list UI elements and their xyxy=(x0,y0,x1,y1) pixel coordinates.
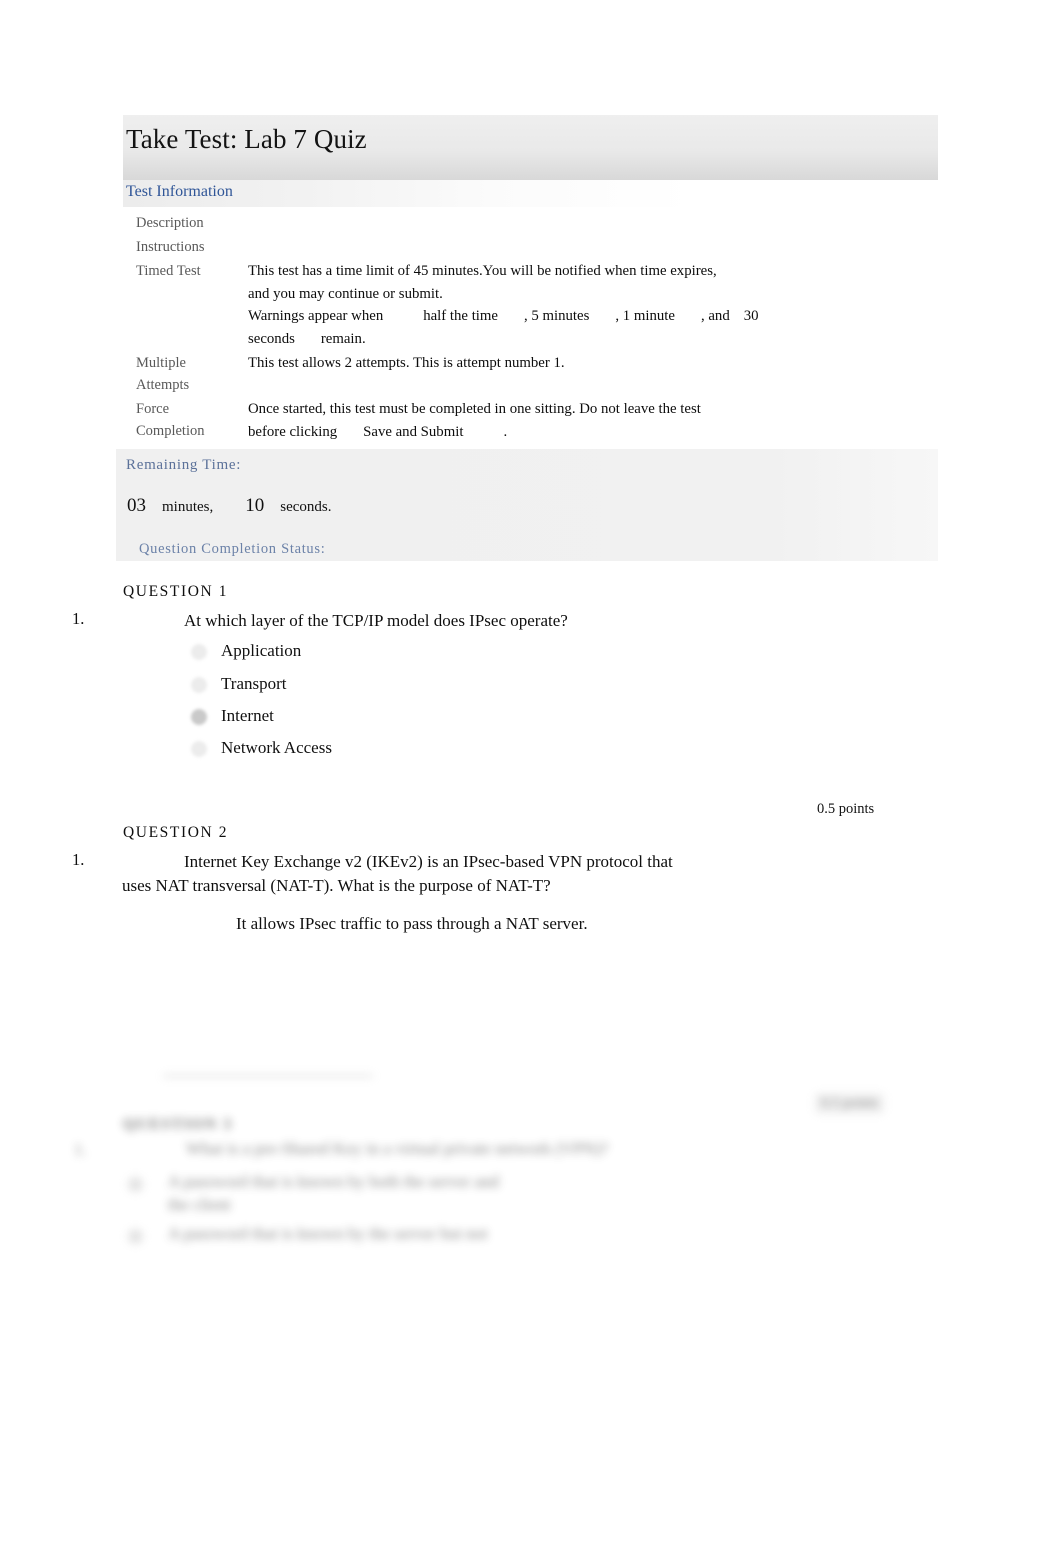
info-key-force-completion-line1: Force xyxy=(136,401,170,418)
take-test-page: Take Test: Lab 7 Quiz Test Information D… xyxy=(0,0,1062,1561)
question-2-text-line-2: uses NAT transversal (NAT-T). What is th… xyxy=(122,876,551,896)
remaining-time-panel: Remaining Time: 03 minutes, 10 seconds. Que… xyxy=(116,449,938,561)
question-1-block: QUESTION 1 1. At which layer of the TCP/… xyxy=(72,583,938,769)
obscured-option-1-line-2: the client xyxy=(168,1194,231,1214)
question-2-number: 1. xyxy=(72,850,85,869)
test-information-table: Description Instructions Timed Test This… xyxy=(123,212,938,445)
test-header-bar: Take Test: Lab 7 Quiz xyxy=(123,115,938,180)
obscured-question-text: What is a pre-Shared Key in a virtual pr… xyxy=(186,1139,609,1158)
remaining-minutes: 03 xyxy=(127,495,146,516)
question-2-heading: QUESTION 2 xyxy=(123,824,229,841)
info-row-instructions: Instructions xyxy=(123,236,938,258)
force-completion-period: . xyxy=(503,423,508,440)
question-1-option-network-access[interactable]: Network Access xyxy=(123,736,938,759)
info-key-force-completion: Force Completion xyxy=(123,398,248,442)
timed-test-line-2: and you may continue or submit. xyxy=(248,285,443,302)
warn-half-time: half the time xyxy=(423,308,498,325)
option-label: Transport xyxy=(221,673,287,693)
remaining-minutes-unit: minutes, xyxy=(162,499,214,515)
remaining-time-value: 03 minutes, 10 seconds. xyxy=(127,495,332,517)
obscured-radio-button-icon[interactable] xyxy=(128,1177,143,1192)
radio-button-selected-icon[interactable] xyxy=(191,709,207,726)
info-key-instructions: Instructions xyxy=(136,239,205,256)
question-2-answer: It allows IPsec traffic to pass through … xyxy=(236,914,588,934)
remaining-seconds: 10 xyxy=(245,495,265,516)
save-and-submit-text: Save and Submit xyxy=(363,423,464,440)
warn-prefix: Warnings appear when xyxy=(248,308,384,325)
info-row-force-completion: Force Completion Once started, this test… xyxy=(123,398,938,443)
obscured-divider xyxy=(163,1075,373,1077)
warn-seconds: seconds xyxy=(248,330,295,347)
warn-and: , and xyxy=(700,308,730,325)
warn-5-min: , 5 minutes xyxy=(524,308,590,325)
question-1-points: 0.5 points xyxy=(817,801,875,817)
info-row-timed-test: Timed Test This test has a time limit of… xyxy=(123,260,938,350)
test-information-label: Test Information xyxy=(126,183,233,200)
info-key-timed-test: Timed Test xyxy=(136,263,201,280)
info-key-multiple-attempts-line1: Multiple xyxy=(136,355,186,371)
question-1-heading: QUESTION 1 xyxy=(123,583,229,600)
info-row-multiple-attempts: Multiple Attempts This test allows 2 att… xyxy=(123,352,938,396)
obscured-option-1-line-1: A password that is known by both the ser… xyxy=(168,1172,499,1191)
info-key-description: Description xyxy=(136,215,204,231)
remaining-time-label: Remaining Time: xyxy=(126,457,242,473)
info-row-description: Description xyxy=(123,212,938,234)
question-2-text-line-2-wrap: uses NAT transversal (NAT-T). What is th… xyxy=(72,874,938,898)
before-clicking-text: before clicking xyxy=(248,423,338,440)
question-1-number: 1. xyxy=(72,609,85,628)
info-key-multiple-attempts-line2: Attempts xyxy=(136,377,190,394)
info-key-multiple-attempts: Multiple Attempts xyxy=(123,352,248,396)
info-value-multiple-attempts: This test allows 2 attempts. This is att… xyxy=(248,355,565,371)
obscured-question-section: 0.5 points QUESTION 3 1. What is a pre-S… xyxy=(0,1055,1062,1285)
question-2-prompt-row: 1. Internet Key Exchange v2 (IKEv2) is a… xyxy=(72,850,938,874)
question-2-block: QUESTION 2 1. Internet Key Exchange v2 (… xyxy=(72,824,938,936)
timed-test-line-4: seconds remain. xyxy=(248,328,938,350)
obscured-radio-button-icon[interactable] xyxy=(128,1229,143,1244)
radio-button-icon[interactable] xyxy=(191,676,207,693)
question-2-text: Internet Key Exchange v2 (IKEv2) is an I… xyxy=(122,850,938,874)
remaining-seconds-unit: seconds. xyxy=(280,499,332,515)
radio-button-icon[interactable] xyxy=(191,741,207,758)
obscured-question-number: 1. xyxy=(74,1140,87,1159)
warn-1-min: , 1 minute xyxy=(615,308,675,325)
page-title: Take Test: Lab 7 Quiz xyxy=(126,124,367,154)
force-completion-line-1: Once started, this test must be complete… xyxy=(248,401,701,418)
test-information-band: Test Information xyxy=(123,180,938,207)
force-completion-line-2: before clicking Save and Submit. xyxy=(248,421,938,443)
timed-test-line-1: This test has a time limit of 45 minutes… xyxy=(248,263,717,280)
question-1-prompt-row: 1. At which layer of the TCP/IP model do… xyxy=(72,609,938,633)
obscured-points: 0.5 points xyxy=(815,1093,885,1114)
question-1-text: At which layer of the TCP/IP model does … xyxy=(184,611,568,630)
info-value-timed-test: This test has a time limit of 45 minutes… xyxy=(248,260,938,350)
obscured-option-1: A password that is known by both the ser… xyxy=(168,1171,499,1217)
question-1-option-internet[interactable]: Internet xyxy=(123,704,938,727)
option-label: Internet xyxy=(221,706,274,726)
obscured-option-2: A password that is known by the server b… xyxy=(168,1224,488,1243)
question-completion-status-label[interactable]: Question Completion Status: xyxy=(139,541,325,558)
question-1-option-application[interactable]: Application xyxy=(123,639,938,662)
option-label: Application xyxy=(221,641,302,661)
question-1-option-transport[interactable]: Transport xyxy=(123,672,938,695)
timed-test-line-3: Warnings appear when half the time , 5 min… xyxy=(248,305,938,327)
question-2-text-line-1: Internet Key Exchange v2 (IKEv2) is an I… xyxy=(184,852,673,871)
option-label: Network Access xyxy=(221,738,332,758)
obscured-question-heading: QUESTION 3 xyxy=(123,1116,233,1133)
info-key-force-completion-line2: Completion xyxy=(136,423,205,440)
warn-remain: remain. xyxy=(320,330,366,347)
info-value-force-completion: Once started, this test must be complete… xyxy=(248,398,938,443)
warn-30: 30 xyxy=(743,308,759,325)
question-1-options: Application Transport Internet Network A… xyxy=(123,639,938,760)
radio-button-icon[interactable] xyxy=(191,644,207,661)
